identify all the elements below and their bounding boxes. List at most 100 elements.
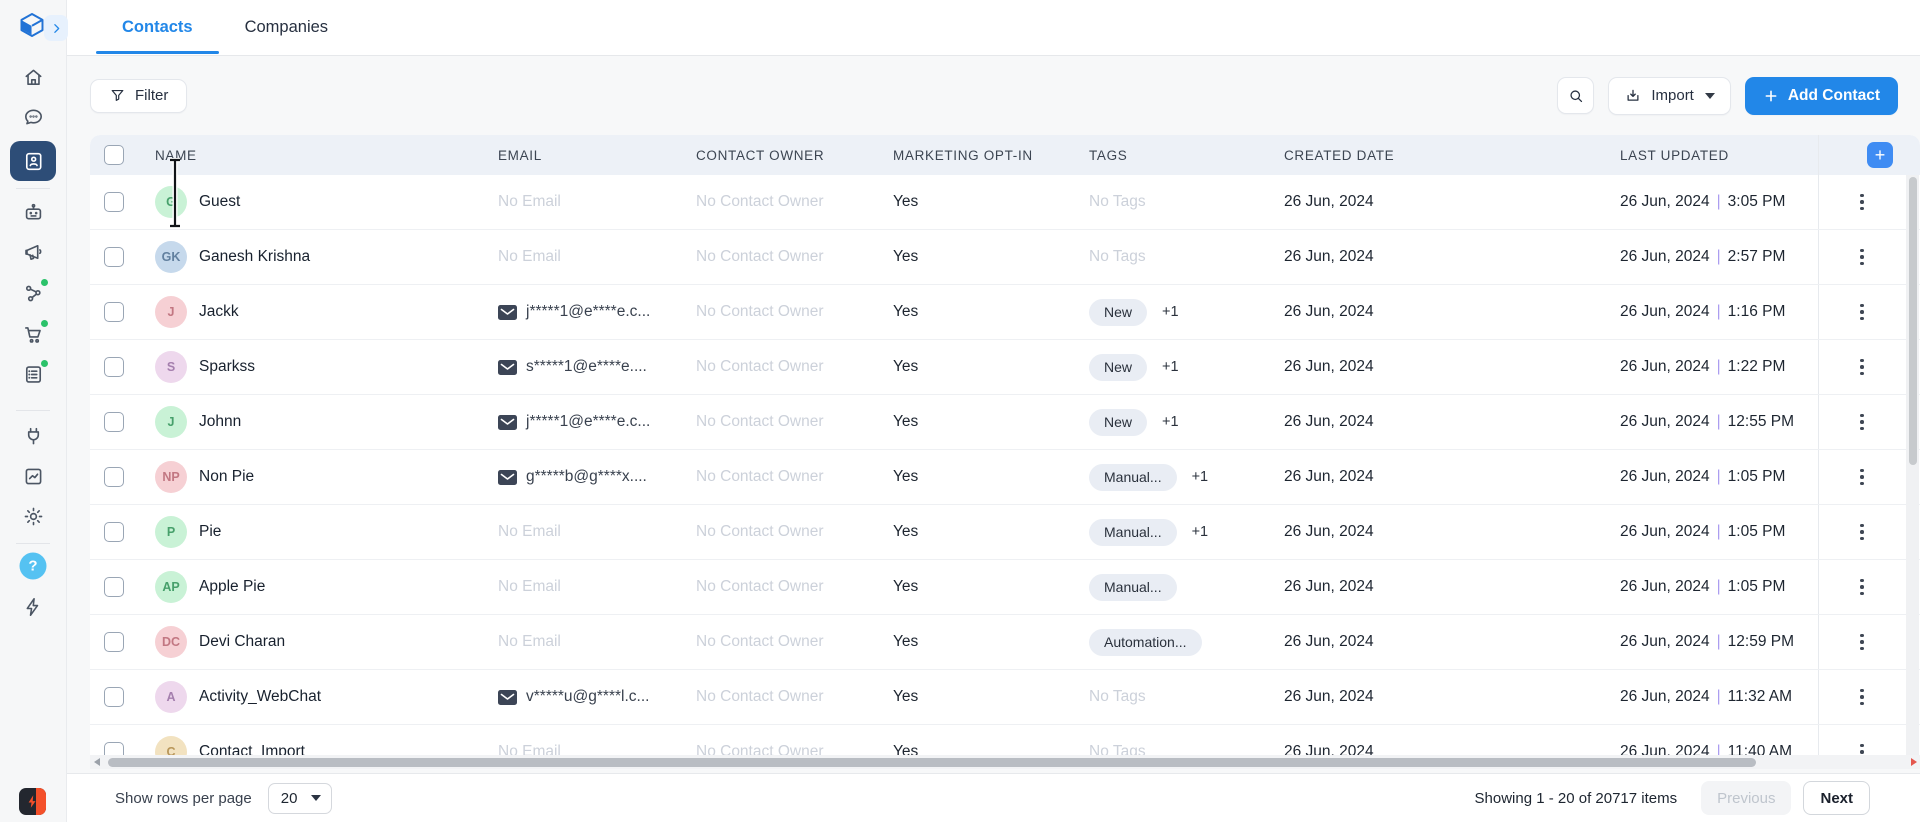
contact-name[interactable]: Sparkss bbox=[199, 358, 255, 376]
contact-owner: No Contact Owner bbox=[696, 413, 824, 431]
contact-name[interactable]: Johnn bbox=[199, 413, 241, 431]
contact-name[interactable]: Devi Charan bbox=[199, 633, 285, 651]
row-checkbox[interactable] bbox=[104, 467, 124, 487]
column-header-tags[interactable]: TAGS bbox=[1087, 148, 1282, 163]
row-menu-button[interactable] bbox=[1854, 353, 1870, 382]
avatar: AP bbox=[155, 571, 187, 603]
column-header-marketing-opt-in[interactable]: MARKETING OPT-IN bbox=[890, 148, 1087, 163]
table-row[interactable]: A Activity_WebChat v*****u@g****l.c... N… bbox=[90, 670, 1920, 725]
contact-name[interactable]: Pie bbox=[199, 523, 221, 541]
row-checkbox[interactable] bbox=[104, 357, 124, 377]
tag-pill[interactable]: New bbox=[1089, 354, 1147, 381]
row-menu-button[interactable] bbox=[1854, 628, 1870, 657]
tag-pill[interactable]: Manual... bbox=[1089, 574, 1177, 601]
table-row[interactable]: C Contact_Import No Email No Contact Own… bbox=[90, 725, 1920, 755]
horizontal-scrollbar-thumb[interactable] bbox=[108, 758, 1756, 767]
column-header-last-updated[interactable]: LAST UPDATED bbox=[1619, 148, 1818, 163]
table-row[interactable]: S Sparkss s*****1@e****e.... No Contact … bbox=[90, 340, 1920, 395]
add-column-button[interactable]: + bbox=[1867, 142, 1893, 168]
sidebar-item-chat[interactable] bbox=[13, 97, 53, 137]
sidebar-item-home[interactable] bbox=[13, 57, 53, 97]
contact-email: No Email bbox=[498, 523, 561, 541]
row-menu-button[interactable] bbox=[1854, 573, 1870, 602]
tab-companies[interactable]: Companies bbox=[219, 0, 354, 55]
tag-pill[interactable]: Manual... bbox=[1089, 464, 1177, 491]
vertical-scrollbar[interactable] bbox=[1906, 175, 1919, 755]
scroll-left-arrow-icon[interactable] bbox=[94, 758, 100, 766]
next-page-button[interactable]: Next bbox=[1803, 781, 1870, 815]
row-checkbox[interactable] bbox=[104, 247, 124, 267]
rows-per-page-select[interactable]: 20 bbox=[268, 783, 332, 814]
sidebar-item-settings[interactable] bbox=[13, 496, 53, 536]
contact-name[interactable]: Apple Pie bbox=[199, 578, 265, 596]
table-row[interactable]: G Guest No Email No Contact Owner Yes No… bbox=[90, 175, 1920, 230]
row-menu-button[interactable] bbox=[1854, 298, 1870, 327]
column-header-email[interactable]: EMAIL bbox=[493, 148, 689, 163]
tag-extra-count[interactable]: +1 bbox=[1162, 359, 1179, 375]
help-button[interactable]: ? bbox=[20, 553, 47, 580]
import-button[interactable]: Import bbox=[1608, 77, 1731, 115]
contact-name[interactable]: Contact_Import bbox=[199, 743, 305, 755]
table-row[interactable]: J Jackk j*****1@e****e.c... No Contact O… bbox=[90, 285, 1920, 340]
row-menu-button[interactable] bbox=[1854, 463, 1870, 492]
tab-contacts[interactable]: Contacts bbox=[96, 0, 219, 55]
table-row[interactable]: DC Devi Charan No Email No Contact Owner… bbox=[90, 615, 1920, 670]
tag-extra-count[interactable]: +1 bbox=[1162, 304, 1179, 320]
sidebar-item-automation[interactable] bbox=[13, 273, 53, 313]
last-updated-date: 26 Jun, 2024 bbox=[1620, 303, 1710, 321]
tag-extra-count[interactable]: +1 bbox=[1192, 469, 1209, 485]
tag-extra-count[interactable]: +1 bbox=[1192, 524, 1209, 540]
row-checkbox[interactable] bbox=[104, 192, 124, 212]
filter-button[interactable]: Filter bbox=[90, 79, 187, 113]
row-checkbox[interactable] bbox=[104, 687, 124, 707]
tag-pill[interactable]: Automation... bbox=[1089, 629, 1202, 656]
contact-name[interactable]: Activity_WebChat bbox=[199, 688, 321, 706]
last-updated-date: 26 Jun, 2024 bbox=[1620, 413, 1710, 431]
select-all-checkbox[interactable] bbox=[104, 145, 124, 165]
sidebar-expand-button[interactable] bbox=[44, 15, 68, 41]
tag-pill[interactable]: New bbox=[1089, 299, 1147, 326]
row-menu-button[interactable] bbox=[1854, 243, 1870, 272]
tag-pill[interactable]: Manual... bbox=[1089, 519, 1177, 546]
previous-page-button[interactable]: Previous bbox=[1701, 781, 1791, 815]
row-menu-button[interactable] bbox=[1854, 683, 1870, 712]
contact-name[interactable]: Jackk bbox=[199, 303, 239, 321]
row-checkbox[interactable] bbox=[104, 632, 124, 652]
table-row[interactable]: P Pie No Email No Contact Owner Yes Manu… bbox=[90, 505, 1920, 560]
contact-name[interactable]: Guest bbox=[199, 193, 240, 211]
row-checkbox[interactable] bbox=[104, 577, 124, 597]
sidebar-item-bot[interactable] bbox=[13, 192, 53, 232]
row-checkbox[interactable] bbox=[104, 412, 124, 432]
table-row[interactable]: AP Apple Pie No Email No Contact Owner Y… bbox=[90, 560, 1920, 615]
sidebar-item-activity[interactable] bbox=[13, 587, 53, 627]
sidebar-item-forms[interactable] bbox=[13, 354, 53, 394]
row-checkbox[interactable] bbox=[104, 302, 124, 322]
row-menu-button[interactable] bbox=[1854, 408, 1870, 437]
horizontal-scrollbar[interactable] bbox=[90, 755, 1920, 769]
row-menu-button[interactable] bbox=[1854, 518, 1870, 547]
row-checkbox[interactable] bbox=[104, 742, 124, 755]
sidebar-item-commerce[interactable] bbox=[13, 314, 53, 354]
tag-extra-count[interactable]: +1 bbox=[1162, 414, 1179, 430]
column-header-contact-owner[interactable]: CONTACT OWNER bbox=[689, 148, 890, 163]
contact-email: No Email bbox=[498, 578, 561, 596]
tag-pill[interactable]: New bbox=[1089, 409, 1147, 436]
row-checkbox[interactable] bbox=[104, 522, 124, 542]
sidebar-item-analytics[interactable] bbox=[13, 456, 53, 496]
add-contact-button[interactable]: Add Contact bbox=[1745, 77, 1898, 115]
contact-name[interactable]: Non Pie bbox=[199, 468, 254, 486]
sidebar-item-integrations[interactable] bbox=[13, 416, 53, 456]
contact-name[interactable]: Ganesh Krishna bbox=[199, 248, 310, 266]
search-button[interactable] bbox=[1557, 77, 1594, 114]
column-header-created-date[interactable]: CREATED DATE bbox=[1282, 148, 1619, 163]
column-header-name[interactable]: NAME bbox=[140, 148, 493, 163]
table-row[interactable]: J Johnn j*****1@e****e.c... No Contact O… bbox=[90, 395, 1920, 450]
sidebar-item-contacts[interactable] bbox=[10, 141, 56, 181]
scroll-right-arrow-icon[interactable] bbox=[1911, 758, 1917, 766]
sidebar-item-campaigns[interactable] bbox=[13, 232, 53, 272]
table-row[interactable]: GK Ganesh Krishna No Email No Contact Ow… bbox=[90, 230, 1920, 285]
row-menu-button[interactable] bbox=[1854, 188, 1870, 217]
table-row[interactable]: NP Non Pie g*****b@g****x.... No Contact… bbox=[90, 450, 1920, 505]
vertical-scrollbar-thumb[interactable] bbox=[1909, 177, 1917, 465]
row-menu-button[interactable] bbox=[1854, 738, 1870, 755]
